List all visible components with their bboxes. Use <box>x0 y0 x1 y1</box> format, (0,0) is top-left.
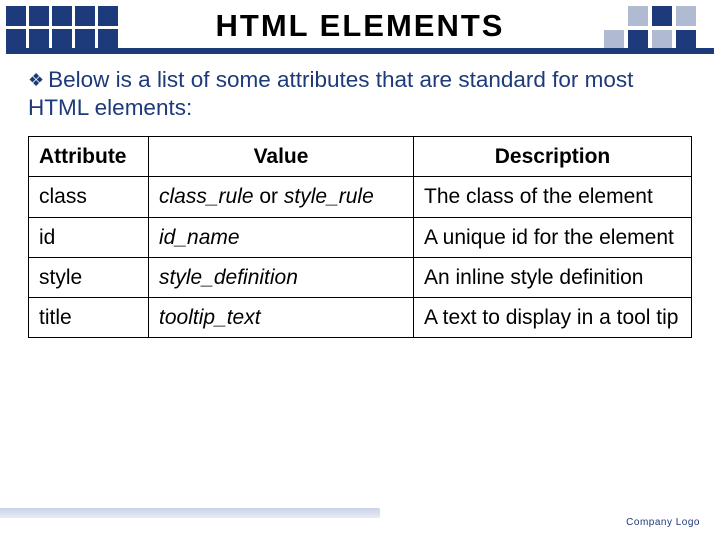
content-area: ❖Below is a list of some attributes that… <box>28 66 692 338</box>
attributes-table: Attribute Value Description class class_… <box>28 136 692 338</box>
slide: HTML ELEMENTS ❖Below is a list of some a… <box>0 0 720 540</box>
cell-attr: title <box>29 298 149 338</box>
company-logo: Company Logo <box>626 517 700 528</box>
cell-desc: A text to display in a tool tip <box>414 298 692 338</box>
table-row: style style_definition An inline style d… <box>29 257 692 297</box>
cell-attr: class <box>29 177 149 217</box>
header-description: Description <box>414 137 692 177</box>
cell-desc: The class of the element <box>414 177 692 217</box>
cell-val: style_definition <box>149 257 414 297</box>
header-attribute: Attribute <box>29 137 149 177</box>
table-row: title tooltip_text A text to display in … <box>29 298 692 338</box>
diamond-bullet-icon: ❖ <box>28 69 44 92</box>
table-header-row: Attribute Value Description <box>29 137 692 177</box>
table-row: id id_name A unique id for the element <box>29 217 692 257</box>
cell-attr: style <box>29 257 149 297</box>
bullet-text: Below is a list of some attributes that … <box>28 67 633 120</box>
table-row: class class_rule or style_rule The class… <box>29 177 692 217</box>
cell-val: id_name <box>149 217 414 257</box>
bullet-item: ❖Below is a list of some attributes that… <box>28 66 692 122</box>
cell-desc: An inline style definition <box>414 257 692 297</box>
cell-attr: id <box>29 217 149 257</box>
page-title: HTML ELEMENTS <box>0 8 720 44</box>
title-underline <box>6 48 714 54</box>
cell-val: tooltip_text <box>149 298 414 338</box>
cell-val: class_rule or style_rule <box>149 177 414 217</box>
cell-desc: A unique id for the element <box>414 217 692 257</box>
header-value: Value <box>149 137 414 177</box>
footer-bar <box>0 508 380 518</box>
